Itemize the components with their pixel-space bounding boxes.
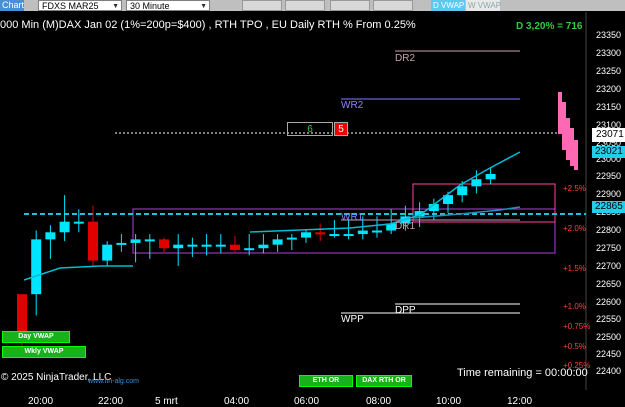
candle-body <box>301 232 311 238</box>
candle-body <box>130 239 141 243</box>
price-axis-label: 22550 <box>596 314 622 324</box>
pct-label: +0.75% <box>563 322 591 331</box>
counter-left: 6 <box>287 122 333 136</box>
price-axis-label: 22600 <box>596 297 622 307</box>
tpo-bar <box>570 128 574 166</box>
pct-label: +1.0% <box>563 302 586 311</box>
candle-body <box>372 230 382 233</box>
pct-label: +2.5% <box>563 184 586 193</box>
pct-label: +0.5% <box>563 342 586 351</box>
price-axis-label: 22800 <box>596 225 622 235</box>
candle-body <box>230 244 240 250</box>
price-axis-label: 22700 <box>596 261 622 271</box>
candle-body <box>244 248 255 251</box>
candle-body <box>215 244 226 247</box>
candle-body <box>144 239 155 242</box>
chart-title: 000 Min (M)DAX Jan 02 (1%=200p=$400) , R… <box>0 19 416 31</box>
dpp-label: DPP <box>395 305 416 316</box>
time-axis-label: 10:00 <box>436 396 462 407</box>
price-axis-label: 23200 <box>596 84 622 94</box>
time-axis-label: 5 mrt <box>155 396 178 407</box>
price-axis-label: 22950 <box>596 171 622 181</box>
candle-body <box>187 244 198 247</box>
last-price-tag: 23071 <box>592 128 625 142</box>
candle-body <box>286 237 297 240</box>
price-axis-label: 22450 <box>596 349 622 359</box>
eth-or-button[interactable]: ETH OR <box>299 375 353 387</box>
dr2-label: DR2 <box>395 53 416 64</box>
candle-body <box>485 173 496 180</box>
price-axis-label: 22400 <box>596 366 622 376</box>
candle-body <box>173 244 184 249</box>
candle-body <box>116 242 127 245</box>
vwap-price-tag: 23021 <box>592 146 625 158</box>
price-chart[interactable] <box>0 0 625 407</box>
candle-body <box>59 221 70 233</box>
candle-body <box>159 239 169 249</box>
wr2-label: WR2 <box>341 100 364 111</box>
candle-body <box>343 234 354 237</box>
time-axis-label: 06:00 <box>294 396 320 407</box>
price-axis-label: 22900 <box>596 189 622 199</box>
candle-body <box>357 230 368 235</box>
wr1-label: WR1 <box>341 212 364 223</box>
time-axis-label: 12:00 <box>507 396 533 407</box>
dax-rth-or-button[interactable]: DAX RTH OR <box>356 375 412 387</box>
candle-body <box>45 232 56 240</box>
candle-body <box>102 244 113 261</box>
candle-body <box>258 244 269 249</box>
candle-body <box>457 186 468 196</box>
pct-label: +2.0% <box>563 224 586 233</box>
tpo-bar <box>574 140 578 170</box>
candle-body <box>88 221 98 261</box>
time-axis-label: 08:00 <box>366 396 392 407</box>
candle-body <box>329 234 340 237</box>
wkly-vwap-price-tag: 22865 <box>592 201 625 213</box>
wkly-vwap-button[interactable]: Wkly VWAP <box>2 346 86 358</box>
candle-body <box>31 239 42 295</box>
tpo-bar <box>566 118 570 160</box>
website-text: www.fin-alg.com <box>88 378 139 385</box>
price-axis-label: 22650 <box>596 279 622 289</box>
price-axis-label: 23250 <box>596 66 622 76</box>
price-axis-label: 23150 <box>596 102 622 112</box>
candle-body <box>17 294 27 334</box>
counter-right: 5 <box>334 122 348 136</box>
day-vwap-button[interactable]: Day VWAP <box>2 331 70 343</box>
time-remaining: Time remaining = 00:00:00 <box>457 367 588 379</box>
time-axis-label: 20:00 <box>28 396 54 407</box>
tpo-bar <box>562 102 566 150</box>
dr1-label: DR1 <box>395 221 416 232</box>
candle-body <box>73 221 84 224</box>
price-axis-label: 23350 <box>596 30 622 40</box>
candle-body <box>471 179 482 187</box>
time-axis-label: 04:00 <box>224 396 250 407</box>
wpp-label: WPP <box>341 314 364 325</box>
price-axis-label: 22500 <box>596 332 622 342</box>
time-axis-label: 22:00 <box>98 396 124 407</box>
price-axis-label: 23300 <box>596 48 622 58</box>
tpo-bar <box>558 92 562 134</box>
candle-body <box>201 244 212 247</box>
candle-body <box>272 239 283 245</box>
price-axis-label: 22750 <box>596 243 622 253</box>
candle-body <box>315 232 326 235</box>
daily-stat-badge: D 3,20% = 716 <box>516 21 583 32</box>
pct-label: +1.5% <box>563 264 586 273</box>
